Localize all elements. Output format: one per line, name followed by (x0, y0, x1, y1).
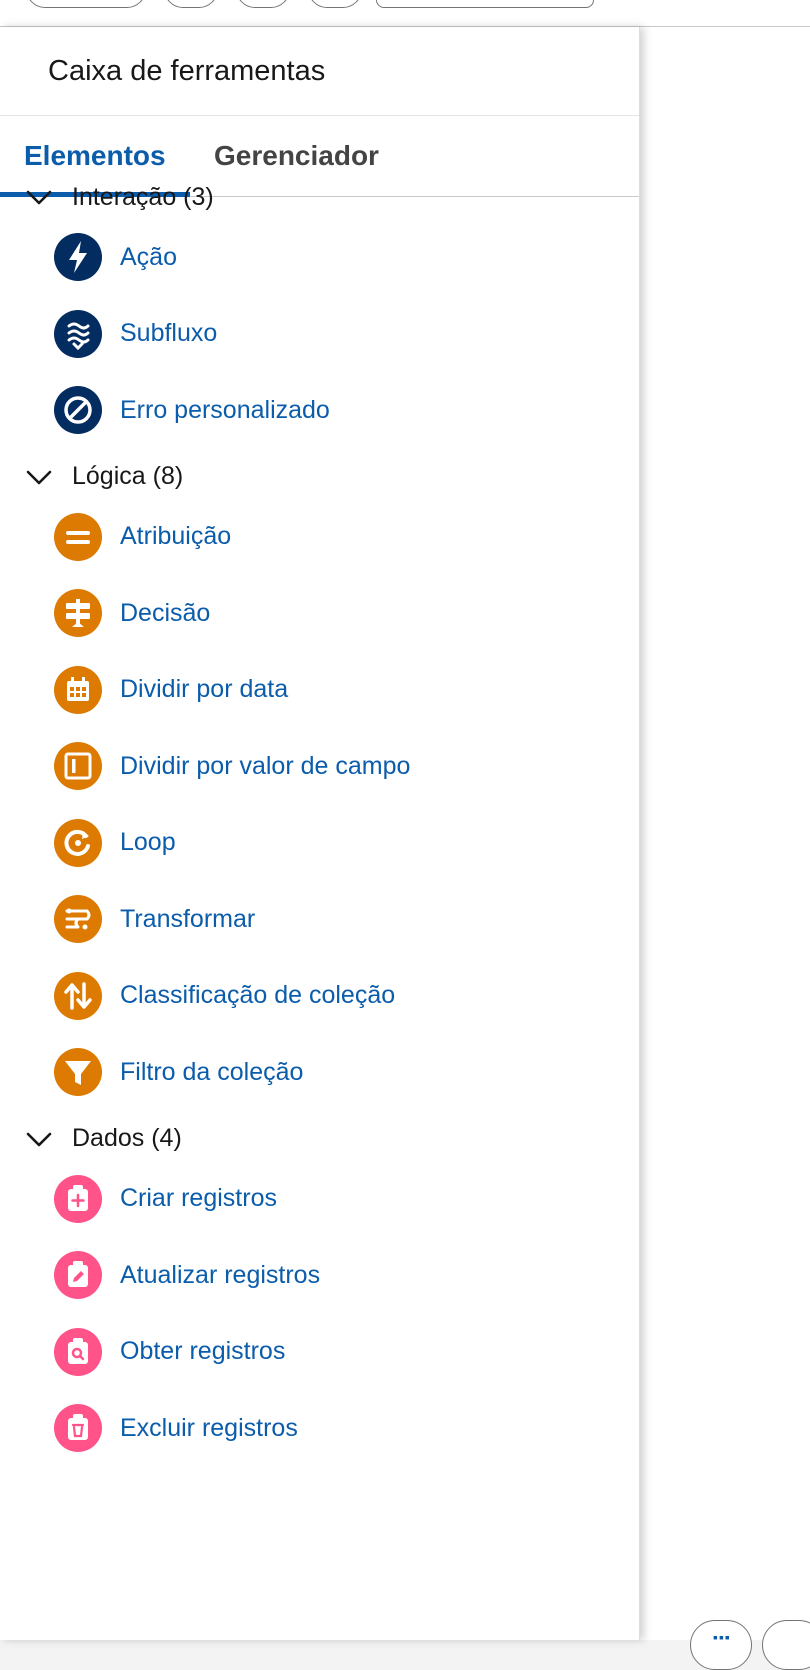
item-label: Ação (120, 242, 177, 271)
section-label: Dados (4) (72, 1124, 182, 1152)
item-label: Obter registros (120, 1337, 286, 1365)
chevron-down-icon (24, 462, 54, 492)
canvas-more-button[interactable]: ▪▪▪ (690, 1620, 752, 1670)
toolbox-panel: Caixa de ferramentas Elementos Gerenciad… (0, 27, 640, 1640)
filter-icon (54, 1048, 102, 1096)
section-header[interactable]: Dados (4) (24, 1121, 182, 1157)
toolbox-item[interactable]: Ação (54, 231, 177, 283)
toolbox-item[interactable]: Criar registros (54, 1173, 277, 1225)
item-label: Erro personalizado (120, 395, 330, 424)
panel-title: Caixa de ferramentas (48, 55, 326, 87)
toolbox-item[interactable]: Excluir registros (54, 1402, 298, 1454)
item-label: Dividir por data (120, 675, 289, 703)
toolbox-item[interactable]: Decisão (54, 587, 210, 639)
undo-redo-button-group[interactable] (26, 0, 146, 8)
item-label: Atualizar registros (120, 1260, 321, 1289)
lightning-icon (54, 233, 102, 281)
record-create-icon (54, 1174, 102, 1223)
toolbox-item[interactable]: Dividir por valor de campo (54, 740, 410, 792)
calendar-icon (54, 665, 102, 714)
item-label: Criar registros (120, 1184, 277, 1212)
item-label: Subfluxo (120, 319, 218, 347)
flow-canvas[interactable] (640, 27, 810, 1640)
section-label: Lógica (8) (72, 462, 184, 490)
equals-icon (54, 512, 102, 561)
section-header[interactable]: Lógica (8) (24, 459, 183, 495)
sort-icon (54, 971, 102, 1020)
record-lookup-icon (54, 1327, 102, 1376)
section-header[interactable]: Interação (3) (24, 179, 214, 215)
item-label: Excluir registros (120, 1413, 298, 1442)
toolbox-item[interactable]: Obter registros (54, 1326, 285, 1378)
toolbox-item[interactable]: Transformar (54, 893, 255, 945)
item-label: Dividir por valor de campo (120, 751, 411, 780)
item-label: Transformar (120, 904, 256, 933)
section-label: Interação (3) (72, 182, 214, 211)
record-delete-icon (54, 1404, 102, 1452)
field-value-icon (54, 742, 102, 790)
toolbox-item[interactable]: Loop (54, 817, 176, 869)
toolbar-button[interactable] (164, 0, 218, 8)
tab-elements[interactable]: Elementos (24, 140, 166, 172)
ban-icon (54, 386, 102, 434)
record-update-icon (54, 1251, 102, 1299)
chevron-down-icon (24, 1124, 54, 1154)
toolbox-item[interactable]: Filtro da coleção (54, 1046, 303, 1098)
loop-icon (54, 818, 102, 867)
item-label: Atribuição (120, 522, 232, 550)
transform-icon (54, 895, 102, 943)
toolbox-item[interactable]: Atualizar registros (54, 1249, 320, 1301)
item-label: Classificação de coleção (120, 981, 396, 1009)
decision-icon (54, 589, 102, 637)
panel-header: Caixa de ferramentas (0, 27, 639, 116)
toolbox-item[interactable]: Subfluxo (54, 308, 217, 360)
toolbar-button[interactable] (308, 0, 362, 8)
toolbox-item[interactable]: Classificação de coleção (54, 970, 395, 1022)
toolbox-item[interactable]: Dividir por data (54, 664, 288, 716)
item-label: Filtro da coleção (120, 1057, 304, 1086)
chevron-down-icon (24, 182, 54, 212)
top-toolbar (0, 0, 810, 27)
toolbar-dropdown[interactable] (376, 0, 594, 8)
item-label: Decisão (120, 598, 211, 627)
toolbox-item[interactable]: Erro personalizado (54, 384, 330, 436)
canvas-button[interactable] (762, 1620, 810, 1670)
toolbar-button[interactable] (236, 0, 290, 8)
tab-manager[interactable]: Gerenciador (214, 140, 379, 172)
item-label: Loop (120, 828, 176, 856)
more-icon: ▪▪▪ (713, 1629, 731, 1645)
toolbox-item[interactable]: Atribuição (54, 511, 231, 563)
subflow-icon (54, 309, 102, 358)
